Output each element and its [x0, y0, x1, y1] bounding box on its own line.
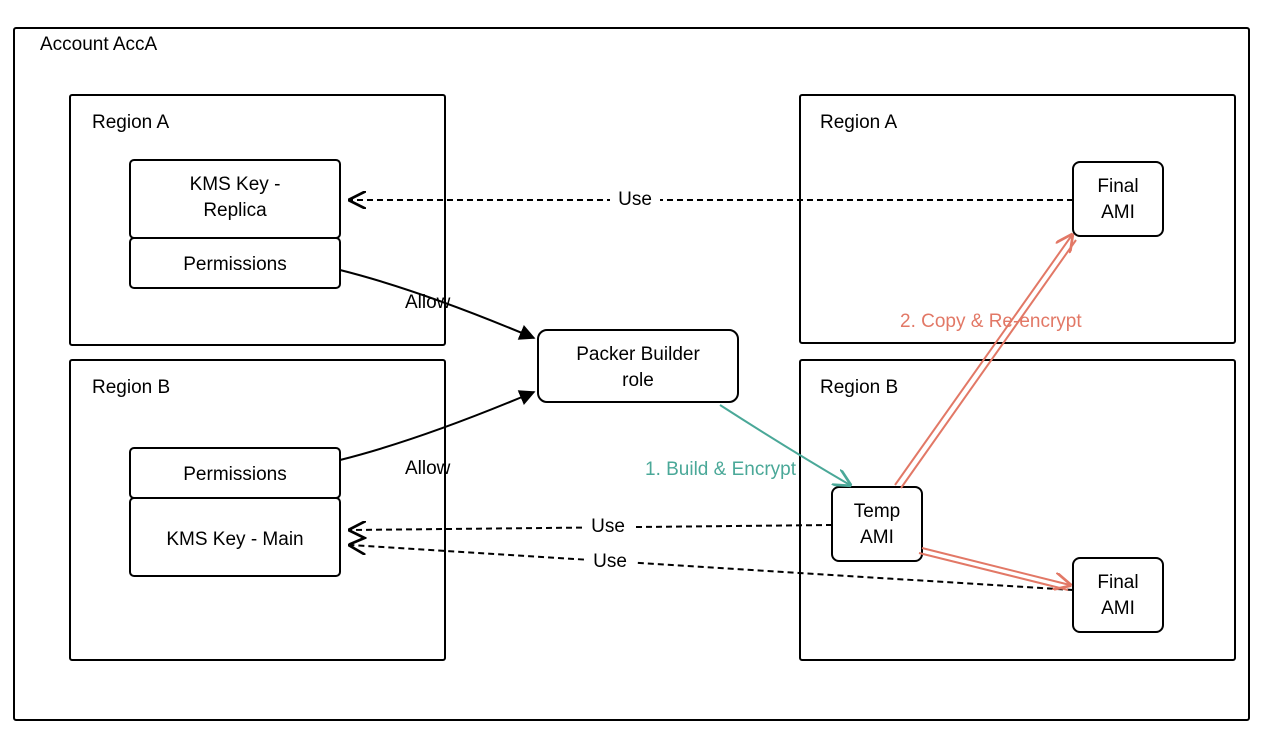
edge-copy-reencrypt-up-double — [901, 240, 1076, 488]
architecture-diagram: Account AccA Region A KMS Key - Replica … — [0, 0, 1263, 734]
final-ami-bottom-label-line1: Final — [1097, 572, 1138, 593]
temp-ami-box — [832, 487, 922, 561]
edge-copy-reencrypt-down-double — [919, 553, 1068, 590]
kms-key-replica-label-line2: Replica — [203, 200, 267, 221]
packer-builder-role-label-line1: Packer Builder — [576, 344, 700, 365]
left-region-b-title: Region B — [92, 377, 170, 398]
final-ami-bottom-box — [1073, 558, 1163, 632]
final-ami-top-box — [1073, 162, 1163, 236]
temp-ami-label-line2: AMI — [860, 527, 894, 548]
edge-allow-bottom-label: Allow — [405, 458, 451, 479]
edge-copy-reencrypt-label: 2. Copy & Re-encrypt — [900, 311, 1082, 332]
permissions-replica-label: Permissions — [183, 254, 286, 275]
edge-copy-reencrypt-down — [922, 548, 1070, 585]
edge-use-mid-label: Use — [591, 516, 625, 537]
edge-allow-top-label: Allow — [405, 292, 451, 313]
right-region-b-title: Region B — [820, 377, 898, 398]
packer-builder-role-label-line2: role — [622, 370, 654, 391]
edge-use-bottom-label: Use — [593, 551, 627, 572]
temp-ami-label-line1: Temp — [854, 501, 900, 522]
left-region-a-title: Region A — [92, 112, 169, 133]
kms-key-main-label: KMS Key - Main — [166, 529, 303, 550]
edge-allow-bottom — [340, 392, 534, 460]
kms-key-replica-box — [130, 160, 340, 238]
kms-key-replica-label-line1: KMS Key - — [190, 174, 281, 195]
edge-use-bottom — [350, 545, 1073, 590]
packer-builder-role-box — [538, 330, 738, 402]
edge-build-encrypt-label: 1. Build & Encrypt — [645, 459, 797, 480]
right-region-a-title: Region A — [820, 112, 897, 133]
final-ami-top-label-line2: AMI — [1101, 202, 1135, 223]
account-title: Account AccA — [40, 34, 158, 55]
final-ami-top-label-line1: Final — [1097, 176, 1138, 197]
final-ami-bottom-label-line2: AMI — [1101, 598, 1135, 619]
permissions-main-label: Permissions — [183, 464, 286, 485]
edge-use-top-label: Use — [618, 189, 652, 210]
